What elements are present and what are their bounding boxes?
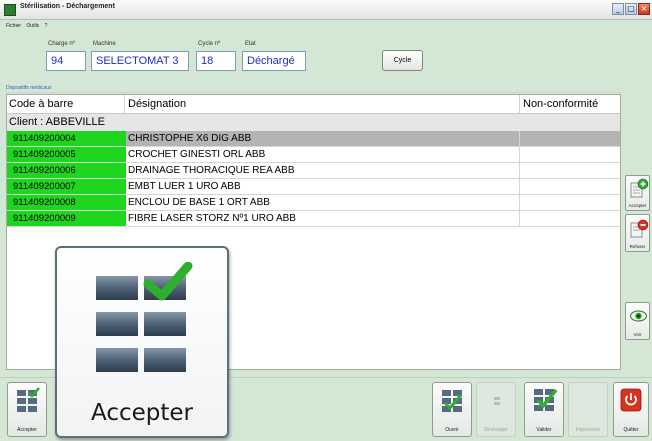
unload-label: Décharger (484, 427, 508, 433)
open-grid-icon (442, 390, 463, 412)
cycle-field[interactable]: 18 (196, 51, 236, 71)
charge-label: Charge nº (48, 41, 75, 47)
cycle-label: Cycle nº (198, 41, 221, 47)
print-button[interactable]: Impression (568, 382, 608, 437)
close-button[interactable]: × (638, 3, 650, 15)
quit-label: Quitter (623, 427, 639, 433)
charge-field[interactable]: 94 (46, 51, 86, 71)
title-bar: Stérilisation - Déchargement _ □ × (0, 0, 652, 20)
non-conformity-cell (519, 211, 620, 226)
machine-label: Machine (93, 41, 116, 47)
app-icon (4, 4, 16, 16)
barcode-cell: 911409200004 (7, 131, 126, 146)
maximize-button[interactable]: □ (625, 3, 637, 15)
cycle-button[interactable]: Cycle (382, 50, 423, 71)
non-conformity-cell (519, 195, 620, 210)
non-conformity-cell (519, 163, 620, 178)
table-row[interactable]: 911409200004 CHRISTOPHE X6 DIG ABB (7, 131, 620, 147)
accept-grid-icon-large (96, 262, 193, 372)
client-label: Client : ABBEVILLE (9, 116, 105, 128)
side-view-label: Voir (633, 332, 642, 337)
table-row[interactable]: 911409200005 CROCHET GINESTI ORL ABB (7, 147, 620, 163)
group-divider (6, 92, 621, 93)
accept-button[interactable]: Accepter (7, 382, 47, 437)
side-accept-button[interactable]: Accepter (625, 175, 650, 211)
validate-button[interactable]: Valider (524, 382, 564, 437)
validate-label: Valider (536, 427, 552, 433)
etat-field[interactable]: Déchargé (242, 51, 306, 71)
power-icon (620, 388, 642, 412)
accept-grid-icon (17, 387, 40, 412)
column-header-non-conformity[interactable]: Non-conformité (523, 98, 598, 110)
barcode-cell: 911409200005 (7, 147, 126, 162)
table-row[interactable]: 911409200009 FIBRE LASER STORZ Nº1 URO A… (7, 211, 620, 227)
barcode-cell: 911409200007 (7, 179, 126, 194)
designation-cell: ENCLOU DE BASE 1 ORT ABB (128, 197, 270, 208)
accept-label: Accepter (17, 427, 37, 433)
barcode-cell: 911409200009 (7, 211, 126, 226)
accept-document-icon (630, 178, 649, 198)
quit-button[interactable]: Quitter (613, 382, 649, 437)
refuse-document-icon (630, 219, 649, 238)
non-conformity-cell (519, 179, 620, 194)
barcode-cell: 911409200006 (7, 163, 126, 178)
window-title: Stérilisation - Déchargement (20, 3, 115, 10)
open-button[interactable]: Ouvrir (432, 382, 472, 437)
eye-icon (630, 310, 647, 322)
table-row[interactable]: 911409200008 ENCLOU DE BASE 1 ORT ABB (7, 195, 620, 211)
menu-fichier[interactable]: Fichier (6, 23, 21, 29)
machine-field[interactable]: SELECTOMAT 3 (91, 51, 189, 71)
designation-cell: CROCHET GINESTI ORL ABB (128, 149, 266, 160)
validate-grid-icon (534, 388, 558, 411)
designation-cell: EMBT LUER 1 URO ABB (128, 181, 241, 192)
designation-cell: CHRISTOPHE X6 DIG ABB (126, 131, 519, 146)
unload-icon (494, 397, 500, 405)
menu-outils[interactable]: Outils (26, 23, 39, 29)
column-header-designation[interactable]: Désignation (128, 98, 186, 110)
barcode-cell: 911409200008 (7, 195, 126, 210)
table-row[interactable]: 911409200007 EMBT LUER 1 URO ABB (7, 179, 620, 195)
accept-tooltip: Accepter (55, 246, 229, 438)
table-row[interactable]: 911409200006 DRAINAGE THORACIQUE REA ABB (7, 163, 620, 179)
etat-label: Etat (245, 41, 256, 47)
side-view-button[interactable]: Voir (625, 302, 650, 340)
side-accept-label: Accepter (628, 203, 647, 208)
side-refuse-button[interactable]: Refuser (625, 214, 650, 252)
group-title: Dispositifs médicaux (6, 85, 52, 91)
print-label: Impression (575, 427, 601, 433)
table-header: Code à barre Désignation Non-conformité (7, 95, 620, 114)
non-conformity-cell (519, 147, 620, 162)
client-group-row[interactable]: Client : ABBEVILLE (7, 114, 620, 131)
window-controls: _ □ × (612, 3, 650, 15)
tooltip-label: Accepter (91, 400, 193, 426)
non-conformity-cell (519, 131, 620, 146)
menu-bar: Fichier Outils ? (0, 20, 652, 32)
open-label: Ouvrir (445, 427, 459, 433)
designation-cell: FIBRE LASER STORZ Nº1 URO ABB (128, 213, 296, 224)
minimize-button[interactable]: _ (612, 3, 624, 15)
unload-button[interactable]: Décharger (476, 382, 516, 437)
menu-help[interactable]: ? (45, 23, 48, 29)
designation-cell: DRAINAGE THORACIQUE REA ABB (128, 165, 295, 176)
column-header-barcode[interactable]: Code à barre (9, 98, 73, 110)
side-refuse-label: Refuser (629, 244, 646, 249)
